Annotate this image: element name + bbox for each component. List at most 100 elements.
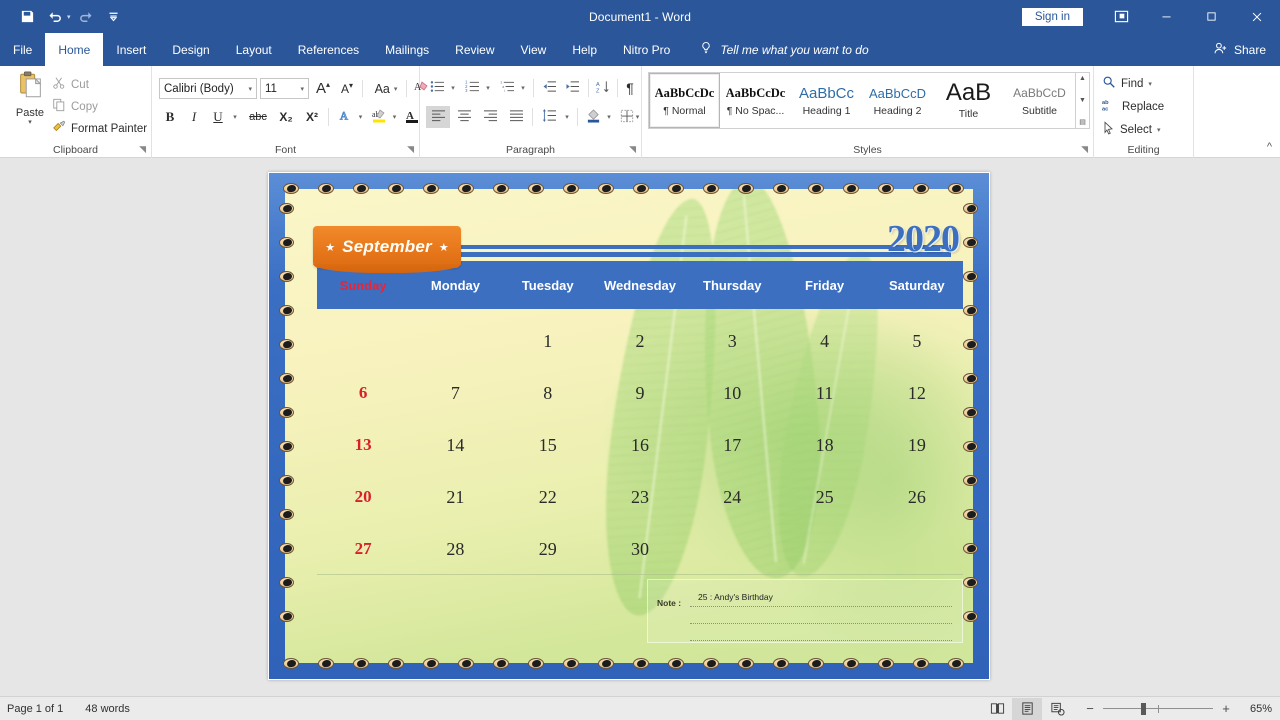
style-heading-2[interactable]: AaBbCcD Heading 2	[862, 73, 933, 128]
decrease-indent-button[interactable]	[538, 78, 560, 98]
ribbon-display-options-icon[interactable]	[1099, 0, 1144, 33]
zoom-in-button[interactable]: +	[1220, 701, 1232, 716]
highlight-dropdown[interactable]: ▾	[388, 106, 401, 128]
more-styles-icon[interactable]: ▤	[1079, 118, 1086, 126]
underline-dropdown[interactable]: ▾	[228, 106, 242, 128]
tab-file[interactable]: File	[0, 33, 45, 66]
customize-quick-access-icon[interactable]	[101, 5, 127, 29]
styles-scroll-controls[interactable]: ▲ ▼ ▤	[1076, 72, 1090, 129]
chevron-down-icon: ▾	[565, 114, 569, 121]
redo-icon[interactable]	[73, 5, 99, 29]
cut-button[interactable]: Cut	[52, 76, 89, 93]
numbering-dropdown[interactable]: ▾	[482, 78, 494, 98]
paste-button[interactable]: Paste ▾	[8, 70, 52, 126]
document-page[interactable]: 2020 Sunday Monday Tuesday Wednesday Thu…	[268, 172, 990, 680]
tab-help[interactable]: Help	[559, 33, 610, 66]
share-button[interactable]: Share	[1213, 33, 1266, 66]
replace-button[interactable]: ab ac Replace	[1102, 98, 1164, 115]
tab-mailings[interactable]: Mailings	[372, 33, 442, 66]
bullets-dropdown[interactable]: ▾	[447, 78, 459, 98]
print-layout-icon[interactable]	[1012, 697, 1042, 720]
zoom-slider[interactable]	[1103, 702, 1213, 716]
style-subtitle[interactable]: AaBbCcD Subtitle	[1004, 73, 1075, 128]
maximize-icon[interactable]	[1189, 0, 1234, 33]
zoom-slider-thumb[interactable]	[1141, 702, 1146, 715]
increase-indent-button[interactable]	[561, 78, 583, 98]
zoom-control[interactable]: − +	[1084, 701, 1232, 716]
style-heading-1[interactable]: AaBbCc Heading 1	[791, 73, 862, 128]
save-icon[interactable]	[14, 5, 40, 29]
font-name-combobox[interactable]: Calibri (Body) ▾	[159, 78, 257, 99]
scroll-down-icon[interactable]: ▼	[1079, 97, 1086, 104]
svg-text:ab: ab	[1102, 100, 1109, 106]
style-no-spacing[interactable]: AaBbCcDc ¶ No Spac...	[720, 73, 791, 128]
numbering-button[interactable]: 123	[461, 78, 483, 98]
sign-in-button[interactable]: Sign in	[1021, 7, 1083, 26]
tab-insert[interactable]: Insert	[103, 33, 159, 66]
chevron-down-icon[interactable]: ▾	[1148, 80, 1152, 88]
strikethrough-button[interactable]: abc	[244, 106, 272, 128]
minimize-icon[interactable]	[1144, 0, 1189, 33]
undo-icon[interactable]	[42, 5, 68, 29]
line-spacing-button[interactable]	[537, 106, 561, 128]
highlight-color-button[interactable]: ab	[368, 106, 390, 128]
tell-me-search[interactable]: Tell me what you want to do	[683, 33, 869, 66]
font-size-combobox[interactable]: 11 ▾	[260, 78, 309, 99]
text-effects-dropdown[interactable]: ▾	[354, 106, 367, 128]
zoom-level[interactable]: 65%	[1238, 703, 1272, 715]
collapse-ribbon-icon[interactable]: ^	[1267, 141, 1272, 153]
align-left-button[interactable]	[426, 106, 450, 128]
web-layout-icon[interactable]	[1042, 698, 1072, 720]
multilevel-dropdown[interactable]: ▾	[517, 78, 529, 98]
calendar-cell	[317, 315, 409, 367]
style-normal[interactable]: AaBbCcDc ¶ Normal	[649, 73, 720, 128]
tab-review[interactable]: Review	[442, 33, 507, 66]
paste-dropdown-icon[interactable]: ▾	[28, 119, 32, 126]
undo-dropdown-icon[interactable]: ▾	[67, 13, 71, 21]
bold-button[interactable]: B	[160, 106, 180, 128]
tab-home[interactable]: Home	[45, 33, 104, 66]
chevron-down-icon[interactable]: ▾	[1157, 126, 1161, 134]
tab-layout[interactable]: Layout	[223, 33, 285, 66]
word-count[interactable]: 48 words	[85, 703, 130, 715]
align-right-button[interactable]	[478, 106, 502, 128]
tab-design[interactable]: Design	[159, 33, 222, 66]
read-mode-icon[interactable]	[982, 698, 1012, 720]
show-formatting-marks-button[interactable]: ¶	[621, 78, 639, 98]
ribbon-group-styles: AaBbCcDc ¶ Normal AaBbCcDc ¶ No Spac... …	[642, 66, 1094, 158]
font-dialog-launcher-icon[interactable]: ◥	[407, 144, 414, 155]
justify-button[interactable]	[504, 106, 528, 128]
close-icon[interactable]	[1234, 0, 1280, 33]
sort-button[interactable]: AZ	[592, 78, 614, 98]
scroll-up-icon[interactable]: ▲	[1079, 75, 1086, 82]
paragraph-dialog-launcher-icon[interactable]: ◥	[629, 144, 636, 155]
superscript-button[interactable]: X²	[300, 106, 324, 128]
italic-button[interactable]: I	[184, 106, 204, 128]
style-title[interactable]: AaB Title	[933, 73, 1004, 128]
format-painter-button[interactable]: Format Painter	[52, 120, 147, 137]
align-center-button[interactable]	[452, 106, 476, 128]
tab-nitro-pro[interactable]: Nitro Pro	[610, 33, 683, 66]
svg-text:i: i	[504, 89, 505, 93]
select-button[interactable]: Select ▾	[1102, 121, 1160, 138]
shading-dropdown[interactable]: ▾	[603, 106, 615, 128]
calendar-cell: 29	[538, 538, 557, 559]
tab-view[interactable]: View	[508, 33, 560, 66]
bullets-button[interactable]	[426, 78, 448, 98]
styles-dialog-launcher-icon[interactable]: ◥	[1081, 144, 1088, 155]
grow-font-button[interactable]: A▴	[312, 78, 334, 99]
multilevel-list-button[interactable]: 1ai	[496, 78, 518, 98]
zoom-out-button[interactable]: −	[1084, 701, 1096, 716]
line-spacing-dropdown[interactable]: ▾	[561, 106, 573, 128]
shrink-font-button[interactable]: A▾	[336, 78, 358, 99]
shading-button[interactable]	[582, 106, 604, 128]
find-button[interactable]: Find ▾	[1102, 75, 1152, 92]
tab-references[interactable]: References	[285, 33, 372, 66]
copy-button[interactable]: Copy	[52, 98, 98, 115]
page-indicator[interactable]: Page 1 of 1	[7, 703, 63, 715]
underline-button[interactable]: U	[208, 106, 228, 128]
change-case-button[interactable]: Aa ▾	[368, 78, 404, 99]
text-effects-button[interactable]: A	[334, 106, 356, 128]
subscript-button[interactable]: X₂	[274, 106, 298, 128]
clipboard-dialog-launcher-icon[interactable]: ◥	[139, 144, 146, 155]
